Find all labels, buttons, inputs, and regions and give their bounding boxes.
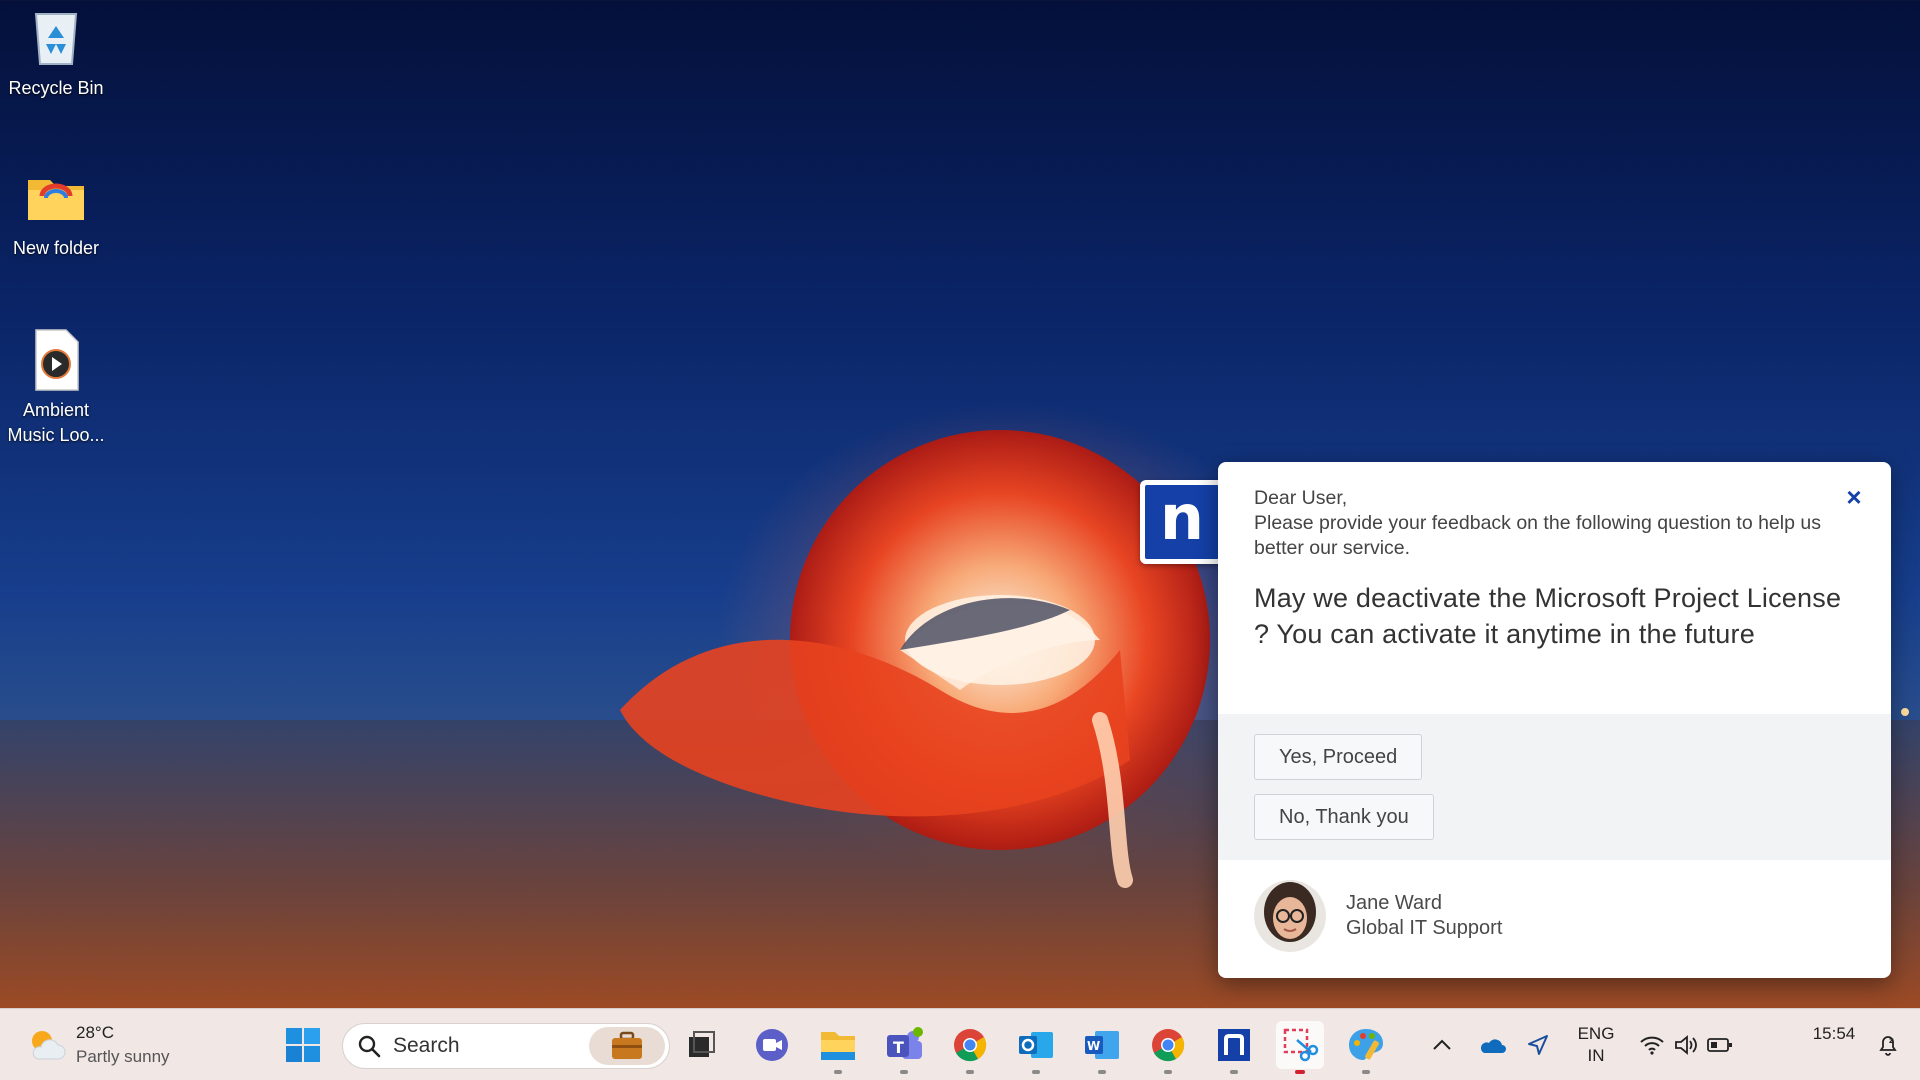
greeting-line-2: Please provide your feedback on the foll… bbox=[1254, 512, 1821, 559]
media-file-icon bbox=[35, 329, 79, 391]
outlook-icon bbox=[1019, 1032, 1053, 1058]
taskbar-search[interactable] bbox=[342, 1023, 670, 1069]
running-indicator bbox=[966, 1070, 974, 1074]
agent-photo-icon bbox=[1254, 880, 1326, 952]
nexthink-icon bbox=[1218, 1029, 1250, 1061]
paint-icon bbox=[1349, 1029, 1383, 1060]
running-indicator bbox=[900, 1070, 908, 1074]
answer-options: Yes, Proceed No, Thank you bbox=[1218, 714, 1891, 860]
avatar bbox=[1254, 880, 1326, 952]
desktop-icon-label: New folder bbox=[12, 238, 100, 258]
word-button[interactable]: W bbox=[1078, 1021, 1126, 1074]
chrome-icon bbox=[954, 1029, 987, 1062]
snipping-tool-icon bbox=[1283, 1028, 1319, 1062]
snipping-tool-button[interactable] bbox=[1276, 1021, 1324, 1074]
running-indicator bbox=[1295, 1070, 1305, 1074]
agent-title: Global IT Support bbox=[1346, 917, 1503, 939]
weather-widget[interactable]: 28°C Partly sunny bbox=[26, 1021, 170, 1069]
location-button[interactable] bbox=[1520, 1009, 1556, 1080]
volume-icon bbox=[1675, 1035, 1697, 1055]
desktop-icon-label: Recycle Bin bbox=[8, 78, 104, 98]
running-indicator bbox=[1164, 1070, 1172, 1074]
nexthink-logo-letter: n bbox=[1159, 481, 1205, 554]
running-indicator bbox=[834, 1070, 842, 1074]
recycle-bin-icon bbox=[34, 13, 78, 65]
word-icon: W bbox=[1085, 1031, 1119, 1059]
quick-settings-button[interactable] bbox=[1636, 1009, 1736, 1080]
taskbar: 28°C Partly sunny Search T W ENG IN 15:5… bbox=[0, 1008, 1920, 1080]
desktop-icon-new-folder[interactable]: New folder bbox=[4, 166, 108, 261]
meet-button[interactable] bbox=[748, 1021, 796, 1069]
partly-sunny-icon bbox=[32, 1031, 66, 1060]
onedrive-button[interactable] bbox=[1474, 1009, 1510, 1080]
chevron-up-icon bbox=[1433, 1039, 1451, 1050]
notifications-button[interactable]: z bbox=[1868, 1009, 1908, 1080]
close-icon: × bbox=[1846, 482, 1862, 512]
region-code: IN bbox=[1587, 1046, 1605, 1065]
search-icon bbox=[358, 1035, 381, 1058]
language-code: ENG bbox=[1577, 1024, 1615, 1043]
support-agent: Jane Ward Global IT Support bbox=[1254, 880, 1502, 952]
weather-condition: Partly sunny bbox=[76, 1047, 170, 1066]
desktop-icon-recycle-bin[interactable]: Recycle Bin bbox=[4, 6, 108, 101]
popup-greeting: Dear User, Please provide your feedback … bbox=[1254, 486, 1844, 561]
desktop-icon-label: Ambient Music Loo... bbox=[7, 400, 105, 445]
meet-icon bbox=[756, 1029, 788, 1061]
location-arrow-icon bbox=[1528, 1035, 1548, 1055]
yes-proceed-button[interactable]: Yes, Proceed bbox=[1254, 734, 1423, 780]
nexthink-badge: n bbox=[1140, 480, 1224, 564]
clock[interactable]: 15:54 bbox=[1800, 1009, 1868, 1080]
battery-icon bbox=[1707, 1038, 1732, 1052]
agent-name: Jane Ward bbox=[1346, 892, 1442, 914]
file-explorer-icon bbox=[821, 1032, 855, 1060]
onedrive-icon bbox=[1480, 1039, 1506, 1053]
wifi-icon bbox=[1640, 1036, 1664, 1055]
search-highlight[interactable] bbox=[589, 1027, 665, 1065]
briefcase-icon bbox=[612, 1031, 642, 1059]
clock-time: 15:54 bbox=[1812, 1024, 1856, 1043]
task-view-button[interactable] bbox=[678, 1021, 726, 1069]
teams-button[interactable]: T bbox=[880, 1021, 928, 1074]
outlook-button[interactable] bbox=[1012, 1021, 1060, 1074]
desktop-icon-ambient-music[interactable]: Ambient Music Loo... bbox=[4, 328, 108, 448]
popup-question: May we deactivate the Microsoft Project … bbox=[1254, 583, 1842, 649]
folder-icon bbox=[28, 180, 84, 220]
running-indicator bbox=[1032, 1070, 1040, 1074]
no-thank-you-button[interactable]: No, Thank you bbox=[1254, 794, 1434, 840]
chrome-profile-icon bbox=[1152, 1029, 1185, 1062]
running-indicator bbox=[1362, 1070, 1370, 1074]
feedback-popup: × Dear User, Please provide your feedbac… bbox=[1218, 462, 1891, 978]
close-button[interactable]: × bbox=[1843, 482, 1865, 512]
start-icon bbox=[286, 1028, 320, 1062]
language-indicator[interactable]: ENG IN bbox=[1570, 1009, 1622, 1080]
chrome-button[interactable] bbox=[946, 1021, 994, 1074]
weather-temp: 28°C bbox=[76, 1023, 114, 1042]
nexthink-button[interactable] bbox=[1210, 1021, 1258, 1074]
running-indicator bbox=[1098, 1070, 1106, 1074]
paint-button[interactable] bbox=[1342, 1021, 1390, 1074]
running-indicator bbox=[1230, 1070, 1238, 1074]
teams-icon: T bbox=[887, 1027, 923, 1059]
file-explorer-button[interactable] bbox=[814, 1021, 862, 1074]
show-hidden-icons-button[interactable] bbox=[1424, 1009, 1460, 1080]
notification-bell-icon: z bbox=[1879, 1036, 1897, 1056]
search-input[interactable] bbox=[393, 1034, 573, 1058]
task-view-icon bbox=[689, 1031, 715, 1057]
svg-text:z: z bbox=[1889, 1036, 1894, 1045]
start-button[interactable] bbox=[279, 1021, 327, 1069]
chrome-profile-button[interactable] bbox=[1144, 1021, 1192, 1074]
svg-text:T: T bbox=[893, 1038, 904, 1057]
svg-text:W: W bbox=[1087, 1039, 1100, 1053]
greeting-line-1: Dear User, bbox=[1254, 487, 1348, 509]
